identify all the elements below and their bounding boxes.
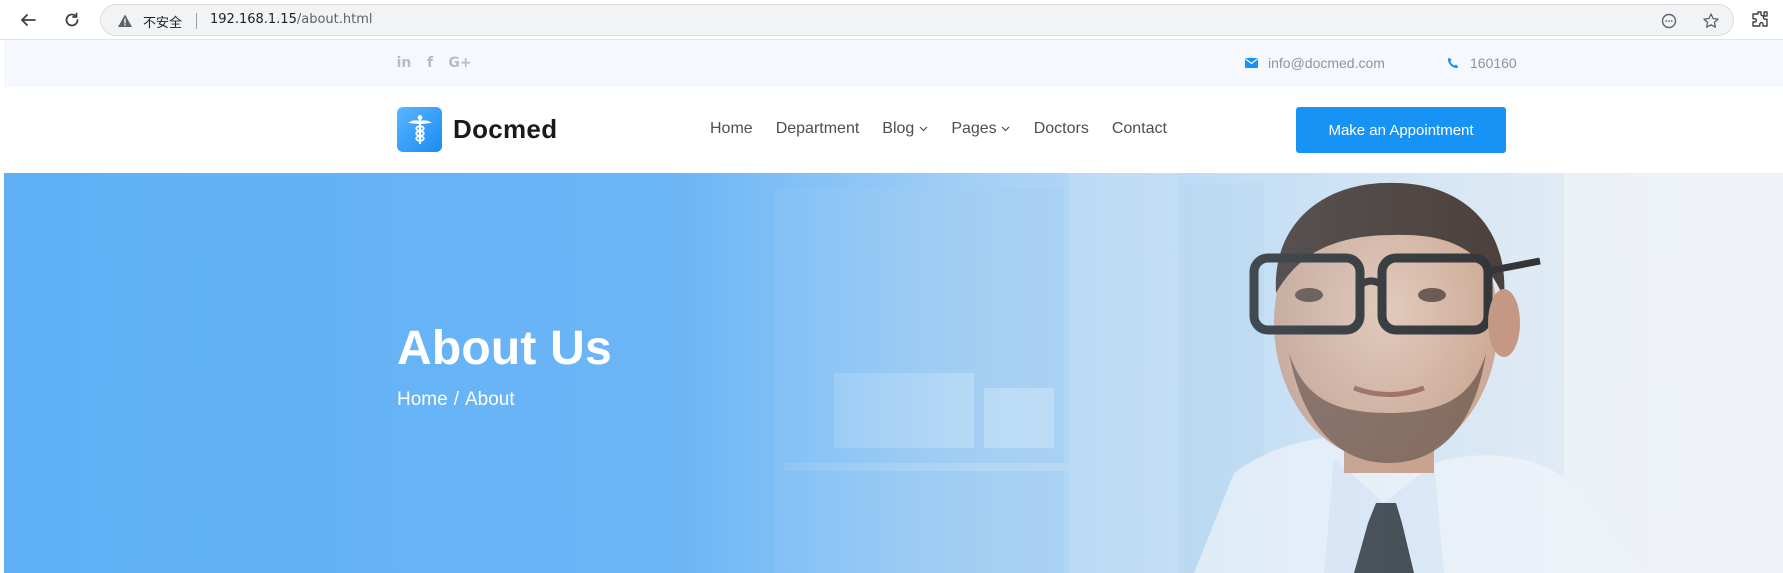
contact-phone[interactable]: 160160 [1446,55,1517,71]
brand-logo[interactable]: Docmed [397,107,557,152]
nav-item-label: Pages [951,120,997,137]
caduceus-icon [397,107,442,152]
extensions-icon[interactable] [1750,9,1772,31]
chevron-down-icon [918,124,928,134]
nav-item-blog[interactable]: Blog [882,120,928,138]
envelope-icon [1244,56,1258,70]
star-icon[interactable] [1701,11,1721,31]
reader-mode-icon[interactable] [1659,11,1679,31]
page-title: About Us [397,322,612,375]
nav-item-label: Contact [1111,120,1167,137]
email-text: info@docmed.com [1268,55,1385,71]
nav-item-department[interactable]: Department [776,120,860,138]
hero-banner: About Us Home / About [4,173,1783,573]
phone-text: 160160 [1470,55,1517,71]
nav-item-doctors[interactable]: Doctors [1034,120,1089,138]
address-bar[interactable]: 不安全 192.168.1.15/about.html [100,4,1734,36]
nav-item-contact[interactable]: Contact [1112,120,1167,138]
google-plus-icon[interactable]: G+ [448,55,472,71]
nav-item-label: Home [710,120,753,137]
main-navbar: Docmed Home Department Blog Pages Doctor… [4,87,1783,173]
make-appointment-button[interactable]: Make an Appointment [1296,107,1506,153]
nav-item-label: Blog [882,120,915,137]
omnibox-separator [196,13,197,29]
insecure-label: 不安全 [143,16,183,31]
nav-item-label: Department [775,120,860,137]
linkedin-icon[interactable]: in [396,55,412,71]
url-path: /about.html [296,12,373,27]
brand-name: Docmed [453,114,558,144]
back-arrow-icon[interactable] [16,8,40,32]
nav-menu: Home Department Blog Pages Doctors Conta… [710,120,1190,138]
facebook-icon[interactable]: f [422,55,438,71]
breadcrumb: Home / About [397,389,515,411]
browser-toolbar: 不安全 192.168.1.15/about.html [0,0,1783,40]
header-top-bar: in f G+ info@docmed.com 160160 [4,40,1783,87]
phone-icon [1446,56,1460,70]
breadcrumb-home-link[interactable]: Home [397,389,448,411]
warning-icon[interactable] [117,13,133,29]
url-host: 192.168.1.15 [210,12,297,27]
nav-item-home[interactable]: Home [710,120,753,138]
breadcrumb-separator: / [453,389,459,410]
nav-item-label: Doctors [1033,120,1089,137]
reload-icon[interactable] [60,8,84,32]
nav-item-pages[interactable]: Pages [951,120,1010,138]
contact-email[interactable]: info@docmed.com [1244,55,1385,71]
doctor-photo [4,173,1783,573]
page-viewport: in f G+ info@docmed.com 160160 Docmed Ho… [4,40,1783,573]
chevron-down-icon [1001,124,1011,134]
url-text[interactable]: 192.168.1.15/about.html [210,12,372,27]
breadcrumb-current: About [464,389,515,410]
